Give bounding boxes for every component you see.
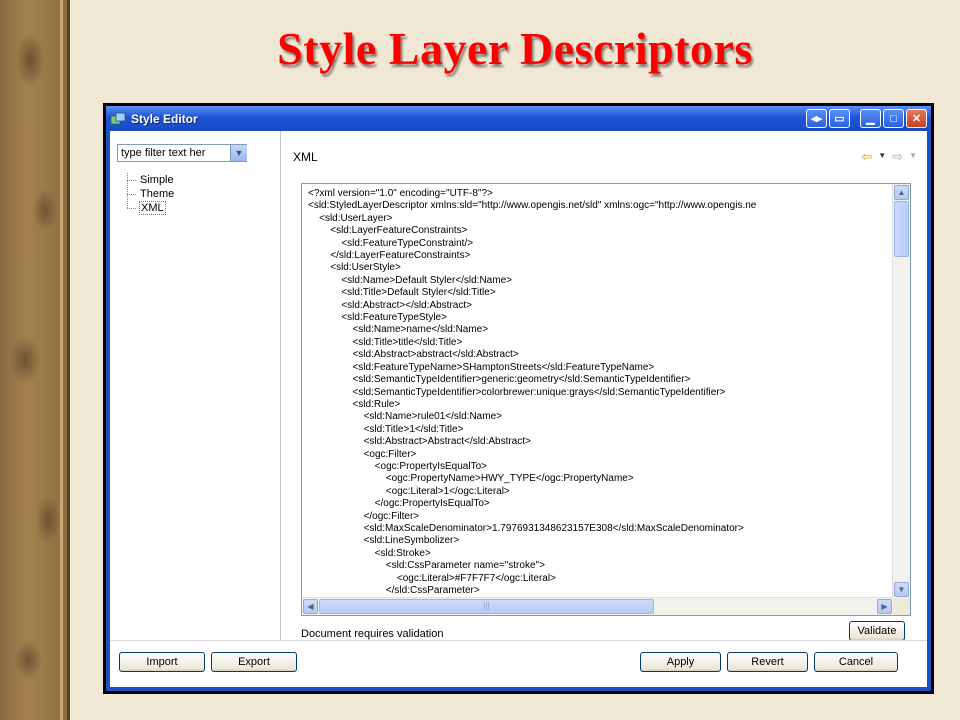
cancel-button[interactable]: Cancel bbox=[814, 652, 898, 672]
xml-code-line: <ogc:Literal>#F7F7F7</ogc:Literal> bbox=[308, 572, 556, 584]
export-button[interactable]: Export bbox=[211, 652, 297, 672]
close-button[interactable]: ✕ bbox=[906, 109, 927, 128]
forward-history-dropdown-icon[interactable]: ▼ bbox=[909, 149, 917, 165]
xml-code-line: <sld:Rule> bbox=[308, 398, 401, 410]
xml-code-line: <sld:CssParameter name="stroke"> bbox=[308, 560, 545, 572]
panel-view-button[interactable]: ▭ bbox=[829, 109, 850, 128]
xml-code-line: <?xml version="1.0" encoding="UTF-8"?> bbox=[308, 188, 493, 199]
tree-item-theme[interactable]: Theme bbox=[124, 187, 174, 201]
xml-code-line: <sld:StyledLayerDescriptor xmlns:sld="ht… bbox=[308, 200, 757, 212]
xml-code-line: </ogc:PropertyIsEqualTo> bbox=[308, 498, 490, 510]
xml-editor[interactable]: <?xml version="1.0" encoding="UTF-8"?> <s… bbox=[301, 183, 911, 616]
xml-code-line: <sld:Abstract>Abstract</sld:Abstract> bbox=[308, 436, 531, 448]
scroll-down-icon[interactable]: ▼ bbox=[894, 582, 909, 597]
window-title: Style Editor bbox=[131, 111, 198, 126]
maximize-button[interactable]: □ bbox=[883, 109, 904, 128]
decorative-side-strip bbox=[0, 0, 70, 720]
chevron-down-icon: ▼ bbox=[234, 148, 244, 158]
xml-code-line: <ogc:Filter> bbox=[308, 448, 417, 460]
xml-code-line: <sld:Name>Default Styler</sld:Name> bbox=[308, 274, 512, 286]
xml-code-line: <ogc:PropertyName>HWY_TYPE</ogc:Property… bbox=[308, 473, 634, 485]
xml-code-line: <sld:FeatureTypeConstraint/> bbox=[308, 237, 474, 249]
page-title: XML bbox=[293, 150, 318, 164]
tree-item-simple[interactable]: Simple bbox=[124, 173, 174, 187]
filter-input[interactable] bbox=[117, 144, 247, 162]
scroll-up-icon[interactable]: ▲ bbox=[894, 185, 909, 200]
vertical-scroll-thumb[interactable] bbox=[894, 201, 909, 257]
tree-item-label: Theme bbox=[140, 188, 175, 200]
xml-code-line: <ogc:PropertyIsEqualTo> bbox=[308, 460, 487, 472]
horizontal-scrollbar[interactable]: ◀ ||| ▶ bbox=[302, 597, 893, 615]
xml-code-line: <sld:UserLayer> bbox=[308, 212, 393, 224]
style-editor-window: Style Editor ◂▸ ▭ ▁ □ ✕ ▼ bbox=[106, 106, 931, 691]
xml-code-line: <sld:Title>title</sld:Title> bbox=[308, 336, 463, 348]
style-editor-app-icon bbox=[110, 112, 126, 126]
xml-code-line: <sld:FeatureTypeStyle> bbox=[308, 312, 447, 324]
maximize-icon: □ bbox=[890, 112, 897, 125]
forward-arrow-icon[interactable]: ⇨ bbox=[892, 149, 903, 165]
xml-code-line: <sld:SemanticTypeIdentifier>generic:geom… bbox=[308, 374, 691, 386]
scroll-left-icon[interactable]: ◀ bbox=[303, 599, 318, 614]
xml-code-line: <sld:LineSymbolizer> bbox=[308, 535, 460, 547]
minimize-icon: ▁ bbox=[866, 113, 875, 125]
tree-item-xml[interactable]: XML bbox=[124, 201, 174, 215]
xml-code-line: <sld:Name>name</sld:Name> bbox=[308, 324, 489, 336]
scroll-corner bbox=[893, 598, 910, 615]
xml-code-line: <sld:Abstract>abstract</sld:Abstract> bbox=[308, 349, 519, 361]
xml-code-line: <sld:Title>1</sld:Title> bbox=[308, 423, 464, 435]
revert-button[interactable]: Revert bbox=[727, 652, 808, 672]
xml-code-line: </sld:CssParameter> bbox=[308, 585, 480, 596]
xml-code-line: <sld:UserStyle> bbox=[308, 262, 401, 274]
dialog-button-bar: Import Export Apply Revert Cancel bbox=[110, 640, 927, 687]
xml-code-line: <sld:Title>Default Styler</sld:Title> bbox=[308, 287, 496, 299]
apply-button[interactable]: Apply bbox=[640, 652, 721, 672]
back-history-dropdown-icon[interactable]: ▼ bbox=[878, 149, 886, 165]
history-nav: ⇦ ▼ ⇨ ▼ bbox=[861, 149, 917, 165]
xml-code-line: <ogc:Literal>1</ogc:Literal> bbox=[308, 485, 510, 497]
close-icon: ✕ bbox=[911, 113, 922, 125]
editor-body: ▼ Simple Theme XML XML bbox=[110, 131, 927, 687]
panel-icon: ▭ bbox=[834, 113, 845, 125]
validate-button[interactable]: Validate bbox=[849, 621, 905, 641]
import-button[interactable]: Import bbox=[119, 652, 205, 672]
xml-code-line: <sld:MaxScaleDenominator>1.7976931348623… bbox=[308, 522, 744, 534]
validation-status: Document requires validation bbox=[301, 628, 444, 640]
screenshot-frame: Style Editor ◂▸ ▭ ▁ □ ✕ ▼ bbox=[103, 103, 934, 694]
xml-code-line: <sld:Stroke> bbox=[308, 547, 431, 559]
xml-code-line: <sld:Name>rule01</sld:Name> bbox=[308, 411, 502, 423]
minimize-button[interactable]: ▁ bbox=[860, 109, 881, 128]
xml-code-line: </sld:LayerFeatureConstraints> bbox=[308, 250, 471, 262]
slide-title: Style Layer Descriptors bbox=[277, 23, 753, 74]
page-tree-pane: ▼ Simple Theme XML bbox=[110, 131, 281, 641]
xml-code-line: <sld:FeatureTypeName>SHamptonStreets</sl… bbox=[308, 361, 655, 373]
vertical-scrollbar[interactable]: ▲ ▼ bbox=[892, 184, 910, 598]
xml-code-line: <sld:LayerFeatureConstraints> bbox=[308, 225, 468, 237]
xml-code-area[interactable]: <?xml version="1.0" encoding="UTF-8"?> <s… bbox=[308, 188, 890, 597]
xml-page: XML ⇦ ▼ ⇨ ▼ <?xml version="1.0" encoding… bbox=[281, 131, 927, 641]
scroll-right-icon[interactable]: ▶ bbox=[877, 599, 892, 614]
back-arrow-icon[interactable]: ⇦ bbox=[861, 149, 872, 165]
tree-item-label: XML bbox=[139, 201, 166, 215]
restore-toggle-button[interactable]: ◂▸ bbox=[806, 109, 827, 128]
xml-code-line: <sld:Abstract></sld:Abstract> bbox=[308, 299, 472, 311]
xml-code-line: <sld:SemanticTypeIdentifier>colorbrewer:… bbox=[308, 386, 726, 398]
window-titlebar[interactable]: Style Editor ◂▸ ▭ ▁ □ ✕ bbox=[106, 106, 931, 131]
filter-dropdown-button[interactable]: ▼ bbox=[230, 145, 247, 161]
xml-code-line: </ogc:Filter> bbox=[308, 510, 420, 522]
page-tree: Simple Theme XML bbox=[124, 173, 174, 215]
horizontal-scroll-thumb[interactable]: ||| bbox=[319, 599, 654, 614]
double-arrow-icon: ◂▸ bbox=[810, 113, 823, 125]
tree-item-label: Simple bbox=[140, 174, 174, 186]
